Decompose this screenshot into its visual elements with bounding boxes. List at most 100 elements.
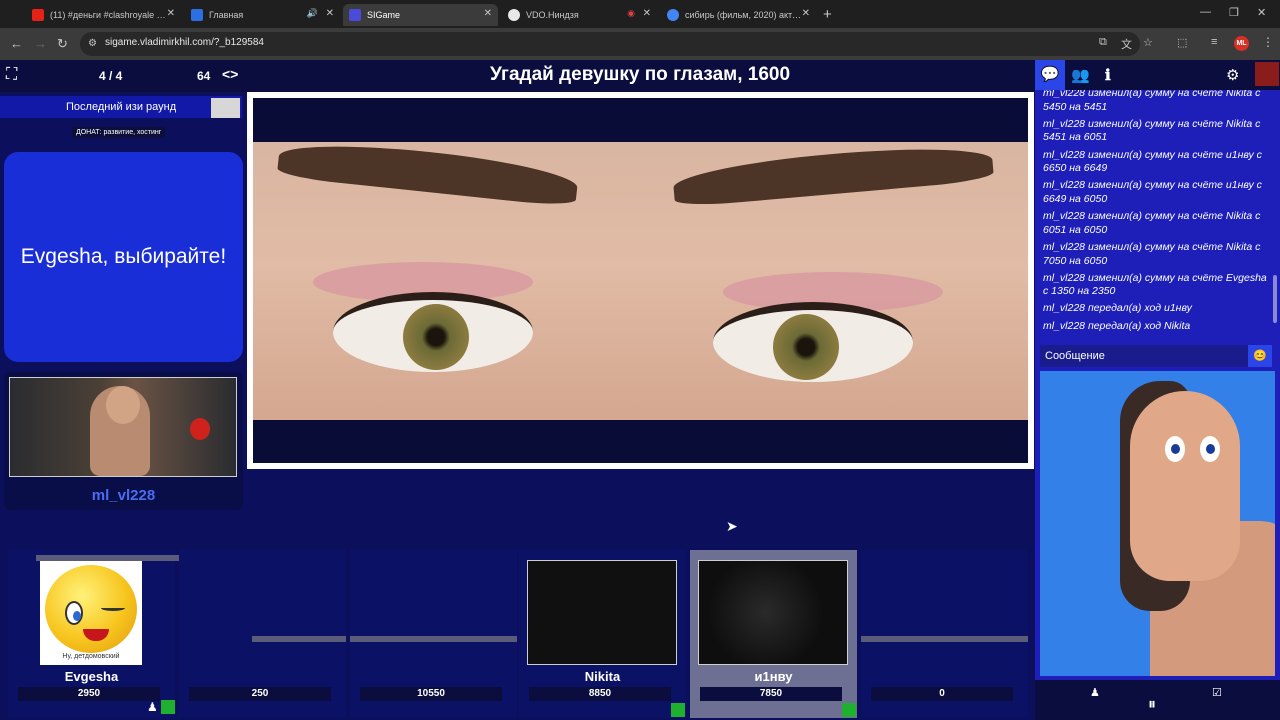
game-header: ⛶ 4 / 4 64 <> Угадай девушку по глазам, … (0, 60, 1035, 92)
message-input[interactable]: Сообщение (1040, 345, 1248, 367)
host-panel: ml_vl228 (4, 372, 243, 510)
restore-icon[interactable]: ❐ (1229, 6, 1239, 19)
browser-tab-home[interactable]: Главная 🔊 ✕ (185, 4, 340, 26)
users-icon[interactable]: 👥 (1071, 66, 1090, 84)
forward-icon[interactable]: → (34, 36, 47, 51)
chat-scrollbar[interactable] (1273, 275, 1277, 323)
browser-tab-search[interactable]: сибирь (фильм, 2020) актеры ✕ (661, 4, 816, 26)
choose-text: Evgesha, выбирайте! (20, 245, 227, 268)
player-score: 10550 (360, 687, 502, 701)
browser-tab-youtube[interactable]: (11) #деньги #clashroyale #cas ✕ (26, 4, 181, 26)
browser-menu-icon[interactable]: ⋮ (1262, 35, 1274, 49)
close-tab-icon[interactable]: ✕ (802, 8, 810, 19)
donate-link[interactable]: ДОНАТ: развитие, хостинг (72, 127, 166, 138)
browser-tab-vdo[interactable]: VDO.Ниндзя ◉ ✕ (502, 4, 657, 26)
right-eye (713, 302, 913, 382)
ready-indicator (671, 703, 685, 717)
youtube-favicon-icon (32, 9, 44, 21)
smiley-icon (45, 565, 137, 653)
chat-message: ml_vl228 изменил(а) сумму на счёте Nikit… (1043, 240, 1261, 267)
tab-title: сибирь (фильм, 2020) актеры (685, 10, 803, 20)
back-icon[interactable]: ← (10, 36, 23, 51)
pause-icon[interactable]: ⏸ (1148, 696, 1156, 714)
chat-toolbar: 💬 👥 ℹ ⚙ (1035, 60, 1280, 90)
chat-message: ml_vl228 изменил(а) сумму на счёте и1нву… (1043, 179, 1262, 205)
vdo-favicon-icon (508, 9, 520, 21)
extensions-icon[interactable]: ⬚ (1177, 36, 1187, 49)
toon-eye (1200, 436, 1220, 462)
nav-arrows-icon[interactable]: <> (222, 66, 238, 82)
browser-address-bar: ← → ↻ ⚙ sigame.vladimirkhil.com/?_b12958… (0, 28, 1280, 60)
chat-message: ml_vl228 изменил(а) сумму на счёте Nikit… (1043, 90, 1261, 113)
check-icon[interactable]: ☑ (1212, 686, 1222, 699)
player-name: Evgesha (64, 669, 119, 684)
round-info-box (211, 98, 240, 118)
left-eye (333, 292, 533, 372)
question-area (253, 98, 1028, 463)
round-name: Последний изи раунд (0, 96, 242, 118)
toon-eye (1165, 436, 1185, 462)
player-slot-active[interactable]: и1нву 7850 (690, 550, 857, 718)
recording-icon: ◉ (627, 8, 635, 18)
close-tab-icon[interactable]: ✕ (326, 8, 334, 19)
player-slot[interactable]: 250 (179, 550, 346, 718)
close-window-icon[interactable]: ✕ (1257, 6, 1266, 19)
sigame-logo-icon[interactable]: ⛶ (6, 66, 24, 84)
person-icon: ♟ (147, 700, 158, 714)
chat-message: ml_vl228 изменил(а) сумму на счёте Nikit… (1043, 117, 1261, 144)
tab-title: VDO.Ниндзя (526, 10, 579, 20)
site-info-icon[interactable]: ⚙ (88, 38, 97, 49)
host-name: ml_vl228 (91, 487, 156, 504)
google-favicon-icon (667, 9, 679, 21)
right-eyebrow (671, 142, 995, 208)
info-icon[interactable]: ℹ (1105, 66, 1111, 84)
bookmark-star-icon[interactable]: ☆ (1143, 36, 1153, 49)
reload-icon[interactable]: ↻ (57, 36, 68, 52)
close-tab-icon[interactable]: ✕ (167, 8, 175, 19)
player-name: и1нву (754, 669, 793, 684)
smiley-mouth (83, 629, 109, 641)
close-tab-icon[interactable]: ✕ (484, 8, 492, 19)
player-slot[interactable]: 10550 (350, 550, 517, 718)
player-video (527, 560, 677, 665)
gear-icon[interactable]: ⚙ (1226, 66, 1239, 84)
mouse-cursor-icon: ➤ (726, 518, 738, 534)
home-favicon-icon (191, 9, 203, 21)
player-score: 2950 (18, 687, 160, 701)
close-tab-icon[interactable]: ✕ (643, 8, 651, 19)
ready-indicator (161, 700, 175, 714)
smiley-wink (101, 605, 125, 611)
player-name: Nikita (584, 669, 621, 684)
chat-message: ml_vl228 передал(а) ход Nikita (1043, 319, 1191, 332)
toon-head (1130, 391, 1240, 581)
url-text: sigame.vladimirkhil.com/?_b129584 (105, 37, 264, 48)
chat-icon[interactable]: 💬 (1035, 60, 1065, 90)
chat-message: ml_vl228 изменил(а) сумму на счёте и1нву… (1043, 148, 1262, 175)
media-control-icon[interactable]: ≡ (1211, 36, 1217, 48)
profile-avatar[interactable]: ML (1234, 36, 1249, 51)
question-title: Угадай девушку по глазам, 1600 (489, 64, 791, 85)
chat-message: ml_vl228 изменил(а) сумму на счёте Nikit… (1043, 210, 1261, 236)
chat-bottom-bar: ♟ ⏸ ☑ (1035, 680, 1280, 720)
translate-icon[interactable]: 文 (1121, 36, 1132, 52)
player-slot[interactable]: 0 (861, 550, 1028, 718)
tab-title: Главная (209, 10, 244, 20)
install-app-icon[interactable]: ⧉ (1099, 36, 1107, 49)
new-tab-icon[interactable]: + (823, 6, 832, 23)
minimize-icon[interactable]: — (1200, 6, 1211, 18)
round-counter: 4 / 4 (99, 69, 123, 83)
sigame-favicon-icon (349, 9, 361, 21)
avatar-caption: Ну, детдомовский (62, 653, 120, 660)
timer-value: 64 (197, 69, 211, 83)
account-avatar[interactable] (1255, 62, 1279, 86)
chat-log: ml_vl228 изменил(а) сумму на счёте Nikit… (1035, 90, 1280, 340)
player-slot[interactable]: Nikita 8850 (519, 550, 686, 718)
browser-tab-sigame[interactable]: SIGame ✕ (343, 4, 498, 26)
emoji-icon[interactable]: 😊 (1248, 345, 1272, 367)
speaker-icon[interactable]: 🔊 (307, 8, 318, 19)
player-avatar: Ну, детдомовский (40, 561, 142, 665)
url-input[interactable]: ⚙ sigame.vladimirkhil.com/?_b129584 (80, 32, 1140, 56)
host-head (106, 386, 140, 424)
person-icon[interactable]: ♟ (1090, 686, 1100, 699)
question-frame (247, 92, 1034, 469)
